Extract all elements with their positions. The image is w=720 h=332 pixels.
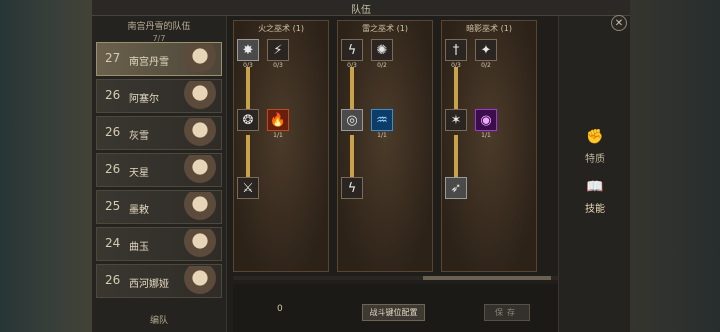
skill-count: 0/2	[481, 62, 491, 69]
tab-label: 技能	[585, 204, 605, 215]
claw-icon[interactable]: ⚡	[267, 39, 289, 61]
member-name: 灰雪	[129, 131, 149, 142]
member-name: 南宫丹雪	[129, 57, 169, 68]
member-level: 26	[105, 88, 121, 102]
skill-column-shadow: 暗影巫术 (1) † 0/3 ✦ 0/2 ✶ ◉ 1/1 ➶	[441, 20, 537, 272]
column-title: 暗影巫术 (1)	[466, 24, 512, 33]
skill-path	[350, 67, 354, 109]
column-title: 雷之巫术 (1)	[362, 24, 408, 33]
member-level: 27	[105, 51, 121, 65]
skill-count: 0/2	[377, 62, 387, 69]
skill-count: 1/1	[273, 132, 283, 139]
bolt-icon[interactable]: ϟ	[341, 177, 363, 199]
skill-path	[246, 67, 250, 109]
member-portrait	[181, 118, 219, 148]
member-portrait	[181, 192, 219, 222]
member-name: 阿塞尔	[129, 94, 159, 105]
member-level: 26	[105, 273, 121, 287]
member-level: 24	[105, 236, 121, 250]
void-icon[interactable]: ◉	[475, 109, 497, 131]
sword-icon[interactable]: †	[445, 39, 467, 61]
bottom-bar: 0 战斗键位配置 保存	[233, 284, 558, 332]
swirl-icon[interactable]: ❂	[237, 109, 259, 131]
member-portrait	[181, 44, 219, 74]
scrollbar-thumb[interactable]	[423, 276, 551, 280]
background-right	[630, 0, 720, 332]
tab-label: 特质	[585, 154, 605, 165]
skill-count: 0/3	[273, 62, 283, 69]
tab-traits[interactable]: ✊ 特质	[575, 126, 615, 172]
skill-path	[350, 135, 354, 177]
roster-list: 27 南宫丹雪 26 阿塞尔 26 灰雪 26 天星 25 墨敕 24 曲玉 2…	[96, 42, 222, 301]
member-card[interactable]: 27 南宫丹雪	[96, 42, 222, 76]
book-icon: 📖	[586, 179, 604, 195]
roster-title: 南宫丹雪的队伍	[127, 22, 191, 32]
water-icon[interactable]: ♒	[371, 109, 393, 131]
team-roster: 南宫丹雪的队伍 7/7 27 南宫丹雪 26 阿塞尔 26 灰雪 26 天星 2…	[92, 16, 227, 332]
close-button[interactable]: ✕	[611, 15, 627, 31]
skill-column-thunder: 雷之巫术 (1) ϟ 0/3 ✺ 0/2 ◎ ♒ 1/1 ϟ	[337, 20, 433, 272]
member-level: 26	[105, 125, 121, 139]
fire-icon[interactable]: 🔥	[267, 109, 289, 131]
burst-icon[interactable]: ✸	[237, 39, 259, 61]
shadow-icon[interactable]: ✶	[445, 109, 467, 131]
close-icon: ✕	[614, 17, 624, 29]
side-tabs: ✊ 特质 📖 技能	[558, 16, 630, 332]
column-title: 火之巫术 (1)	[258, 24, 304, 33]
fist-icon: ✊	[586, 129, 604, 145]
member-card[interactable]: 26 西河娜娅	[96, 264, 222, 298]
skill-tree: 火之巫术 (1) ✸ 0/3 ⚡ 0/3 ❂ 🔥 1/1 ⚔ 雷之巫术 (1) …	[233, 16, 558, 274]
roster-header: 南宫丹雪的队伍 7/7	[92, 16, 226, 43]
member-card[interactable]: 26 阿塞尔	[96, 79, 222, 113]
member-card[interactable]: 25 墨敕	[96, 190, 222, 224]
title-bar: 队伍	[92, 0, 630, 16]
skill-count: 0/3	[347, 62, 357, 69]
shard-icon[interactable]: ✦	[475, 39, 497, 61]
member-level: 25	[105, 199, 121, 213]
tab-skills[interactable]: 📖 技能	[575, 176, 615, 222]
skill-column-fire: 火之巫术 (1) ✸ 0/3 ⚡ 0/3 ❂ 🔥 1/1 ⚔	[233, 20, 329, 272]
skill-count: 0/3	[243, 62, 253, 69]
member-card[interactable]: 26 灰雪	[96, 116, 222, 150]
horizontal-scrollbar[interactable]	[233, 276, 558, 280]
skill-path	[246, 135, 250, 177]
formation-button[interactable]: 编队	[92, 313, 226, 326]
background-left	[0, 0, 92, 332]
skill-count: 1/1	[377, 132, 387, 139]
skill-path	[454, 135, 458, 177]
member-portrait	[181, 229, 219, 259]
save-button[interactable]: 保存	[484, 304, 530, 321]
battle-keybind-button[interactable]: 战斗键位配置	[362, 304, 425, 321]
skill-count: 1/1	[481, 132, 491, 139]
skill-points: 0	[277, 304, 283, 314]
lightning-icon[interactable]: ϟ	[341, 39, 363, 61]
member-card[interactable]: 26 天星	[96, 153, 222, 187]
member-name: 曲玉	[129, 242, 149, 253]
member-name: 西河娜娅	[129, 279, 169, 290]
member-portrait	[181, 155, 219, 185]
skill-count: 0/3	[451, 62, 461, 69]
member-card[interactable]: 24 曲玉	[96, 227, 222, 261]
strike-icon[interactable]: ⚔	[237, 177, 259, 199]
member-portrait	[181, 81, 219, 111]
member-level: 26	[105, 162, 121, 176]
member-name: 墨敕	[129, 205, 149, 216]
member-portrait	[181, 266, 219, 296]
vortex-icon[interactable]: ✺	[371, 39, 393, 61]
skill-path	[454, 67, 458, 109]
spiral-icon[interactable]: ◎	[341, 109, 363, 131]
member-name: 天星	[129, 168, 149, 179]
team-panel: 南宫丹雪的队伍 7/7 27 南宫丹雪 26 阿塞尔 26 灰雪 26 天星 2…	[92, 16, 630, 332]
wing-icon[interactable]: ➶	[445, 177, 467, 199]
window-title: 队伍	[351, 5, 371, 16]
